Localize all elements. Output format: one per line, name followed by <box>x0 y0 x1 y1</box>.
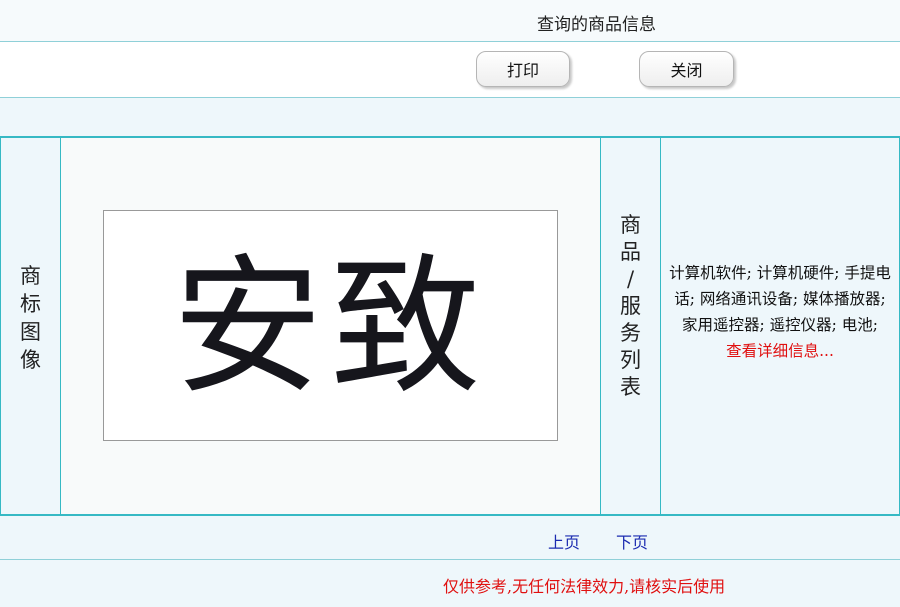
title-bar: 查询的商品信息 <box>0 0 900 42</box>
trademark-image-label: 商 标 图 像 <box>1 262 60 374</box>
next-page-link[interactable]: 下页 <box>616 529 648 553</box>
disclaimer-row: 仅供参考,无任何法律效力,请核实后使用 <box>0 560 900 607</box>
prev-page-link[interactable]: 上页 <box>548 529 580 553</box>
label-char: 图 <box>20 320 41 344</box>
label-char: 品 <box>620 240 641 264</box>
label-char: 商 <box>620 213 641 237</box>
page-title: 查询的商品信息 <box>537 15 656 35</box>
label-char: 像 <box>20 348 41 372</box>
trademark-text: 安致 <box>172 240 489 415</box>
label-char: 服 <box>620 294 641 318</box>
spacer-band <box>0 98 900 138</box>
trademark-image-cell: 安致 <box>61 138 600 514</box>
goods-services-cell: 计算机软件; 计算机硬件; 手提电话; 网络通讯设备; 媒体播放器; 家用遥控器… <box>661 138 900 514</box>
trademark-image-label-cell: 商 标 图 像 <box>0 138 61 514</box>
goods-services-list: 计算机软件; 计算机硬件; 手提电话; 网络通讯设备; 媒体播放器; 家用遥控器… <box>669 260 891 364</box>
label-char: 务 <box>620 321 641 345</box>
label-char: 列 <box>620 348 641 372</box>
view-details-link[interactable]: 查看详细信息... <box>669 338 891 364</box>
goods-services-label: 商 品 / 服 务 列 表 <box>601 212 660 401</box>
label-char: 商 <box>20 264 41 288</box>
label-char: 表 <box>620 375 641 399</box>
trademark-image: 安致 <box>103 210 558 441</box>
close-button[interactable]: 关闭 <box>639 51 734 87</box>
goods-services-label-cell: 商 品 / 服 务 列 表 <box>600 138 661 514</box>
label-char: 标 <box>20 292 41 316</box>
label-char: / <box>626 267 635 291</box>
pagination: 上页 下页 <box>0 516 900 560</box>
disclaimer-text: 仅供参考,无任何法律效力,请核实后使用 <box>443 577 726 596</box>
goods-list-text: 计算机软件; 计算机硬件; 手提电话; 网络通讯设备; 媒体播放器; 家用遥控器… <box>669 264 891 334</box>
trademark-detail-table: 商 标 图 像 安致 商 品 / 服 务 列 表 计算机软件; 计算机硬件; 手… <box>0 138 900 516</box>
toolbar: 打印 关闭 <box>0 42 900 98</box>
print-button[interactable]: 打印 <box>476 51 570 87</box>
